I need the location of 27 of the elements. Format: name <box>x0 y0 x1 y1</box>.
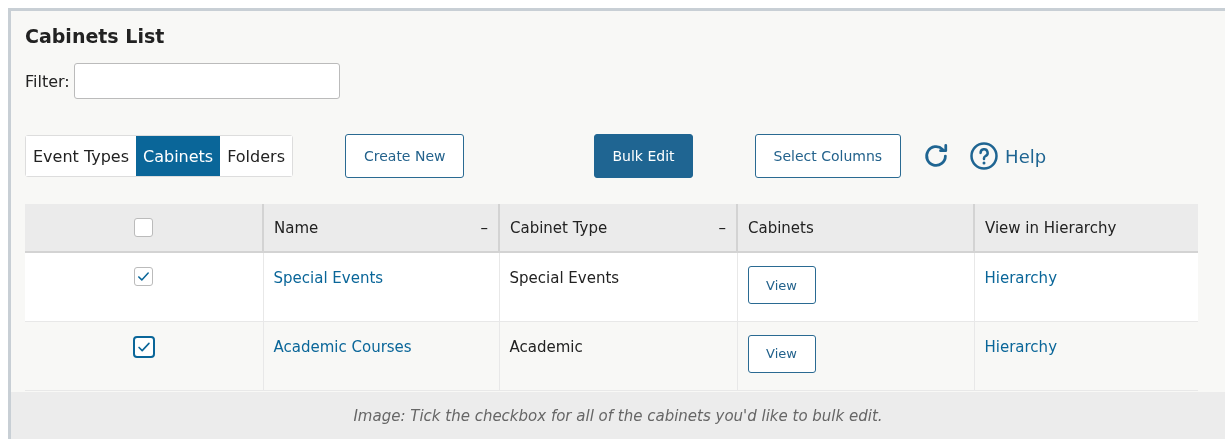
column-header[interactable]: Name <box>274 218 319 237</box>
hierarchy-link[interactable]: Hierarchy <box>984 269 1057 287</box>
sort-icon[interactable]: – <box>718 218 726 237</box>
cabinet-name-link[interactable]: Special Events <box>273 269 384 287</box>
filter-field[interactable] <box>73 63 340 99</box>
table-cell: Special Events <box>499 252 737 321</box>
toolbar-button[interactable]: Create New <box>344 134 465 178</box>
column-header: Cabinets <box>748 218 814 237</box>
checkbox[interactable] <box>134 267 154 286</box>
hierarchy-link[interactable]: Hierarchy <box>984 337 1057 356</box>
tab[interactable]: Cabinets <box>136 136 221 176</box>
image-caption: Image: Tick the checkbox for all of the cabinets you'd like to bulk edit. <box>11 392 1225 439</box>
help-link[interactable]: Help <box>969 141 1047 171</box>
checkbox[interactable] <box>134 218 153 237</box>
sort-icon[interactable]: – <box>480 218 488 237</box>
view-button[interactable]: View <box>747 266 816 304</box>
page-title: Cabinets List <box>25 25 166 47</box>
toolbar-button[interactable]: Select Columns <box>754 134 902 178</box>
column-header: View in Hierarchy <box>985 218 1117 237</box>
bulk-edit-button[interactable]: Bulk Edit <box>594 134 693 178</box>
checkbox[interactable] <box>132 335 155 358</box>
column-header[interactable]: Cabinet Type <box>510 218 608 237</box>
view-button[interactable]: View <box>747 334 816 373</box>
help-icon <box>969 141 1000 171</box>
table-cell: Academic <box>499 321 737 390</box>
filter-label: Filter: <box>25 71 70 91</box>
cabinet-name-link[interactable]: Academic Courses <box>273 337 412 356</box>
